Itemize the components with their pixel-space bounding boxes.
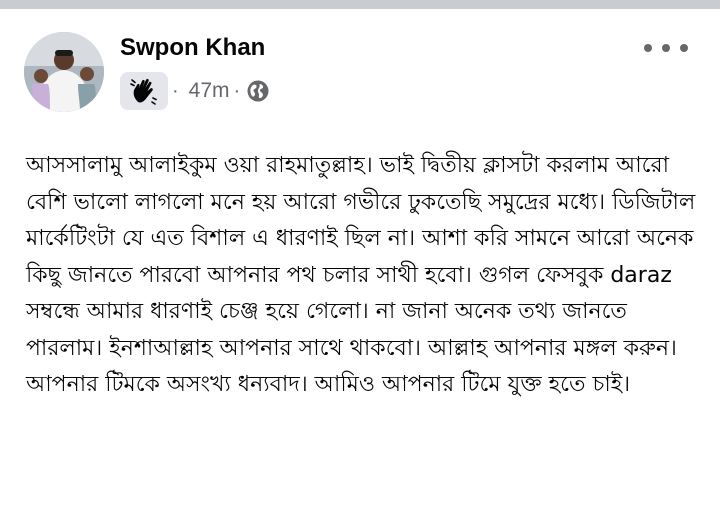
avatar[interactable] <box>24 32 104 112</box>
meta-separator: · <box>233 79 241 102</box>
top-divider <box>0 0 720 9</box>
post-meta: · 47m · <box>120 72 270 110</box>
raised-hand-icon[interactable] <box>120 72 168 110</box>
author-name[interactable]: Swpon Khan <box>120 34 265 62</box>
more-dot <box>662 44 670 52</box>
profile-photo <box>24 32 104 112</box>
more-dot <box>680 44 688 52</box>
more-dot <box>644 44 652 52</box>
more-options-icon[interactable] <box>644 36 688 60</box>
post-text: আসসালামু আলাইকুম ওয়া রাহমাতুল্লাহ। ভাই … <box>26 153 696 397</box>
post-time[interactable]: 47m <box>189 79 230 103</box>
globe-icon[interactable] <box>246 79 270 103</box>
meta-separator: · <box>172 79 179 102</box>
